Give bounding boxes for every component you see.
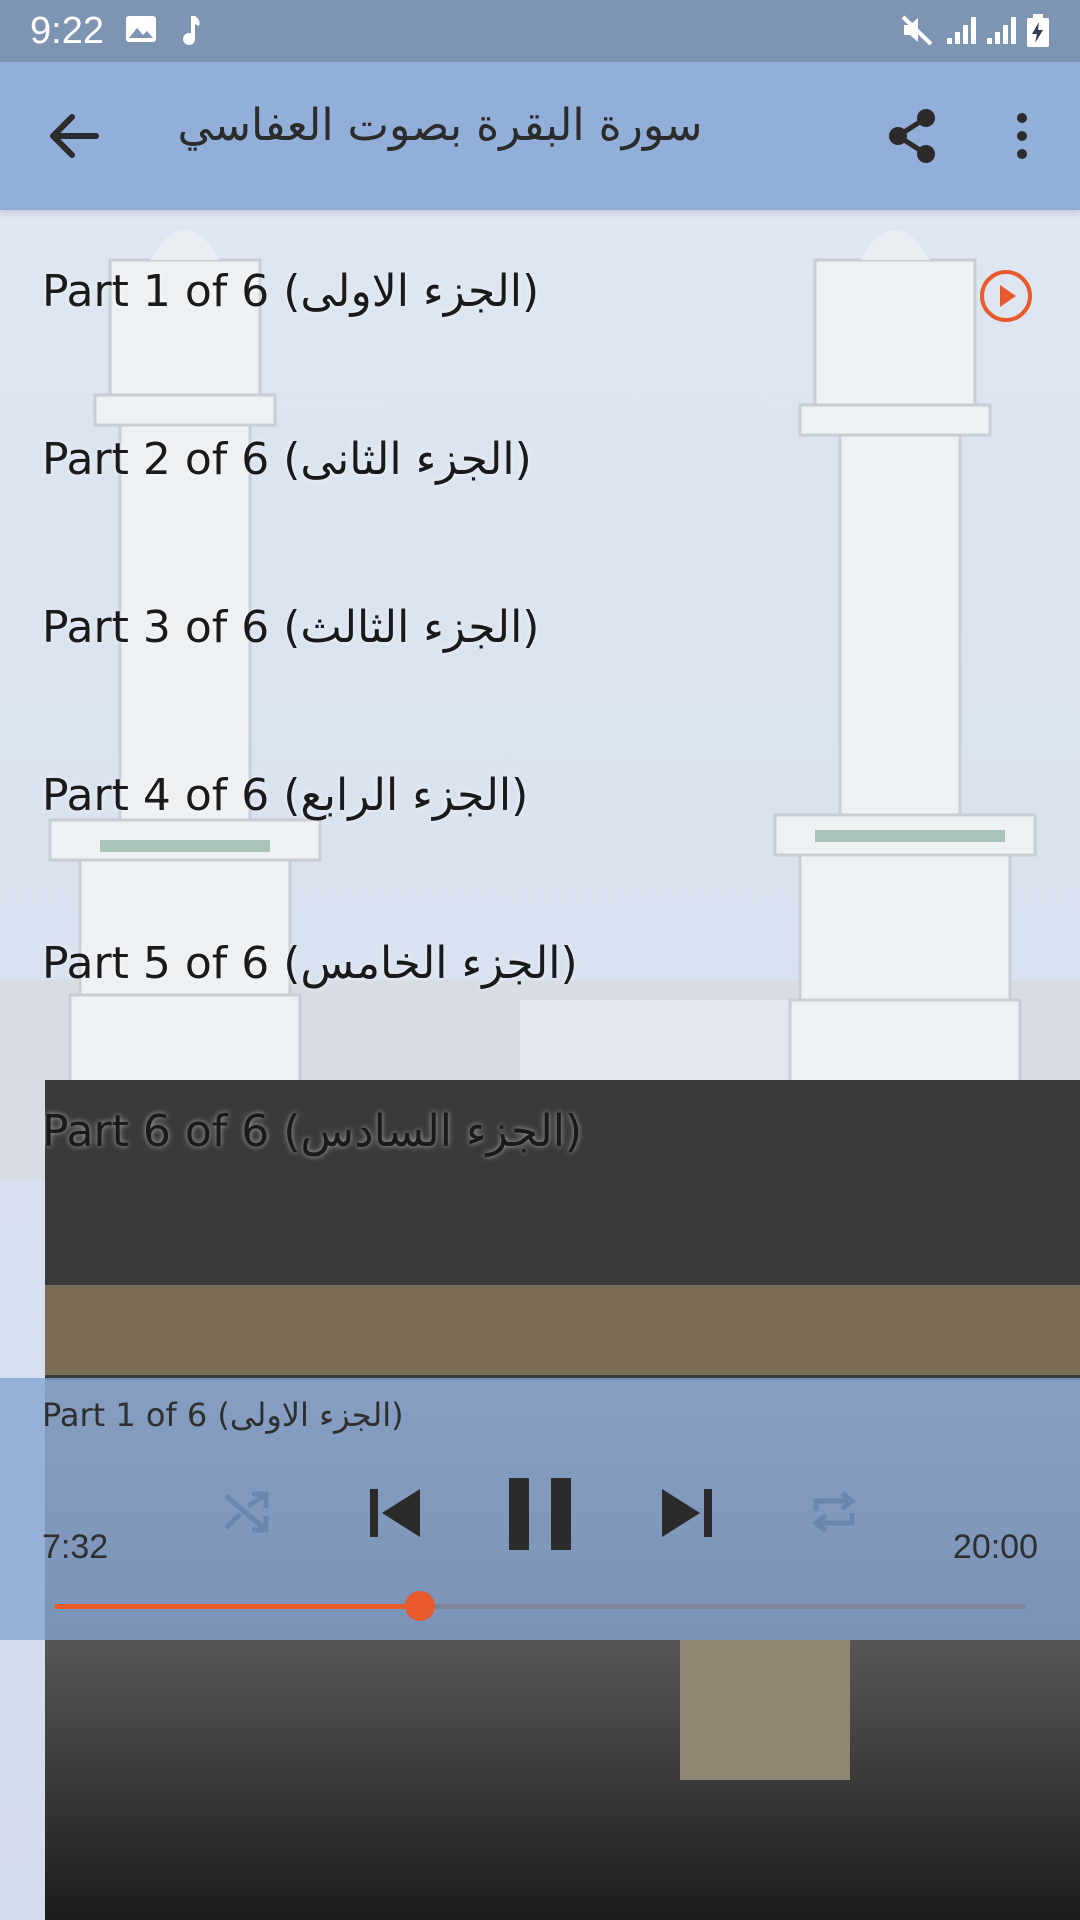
track-item[interactable]: Part 3 of 6 (الجزء الثالث) [0, 546, 1080, 714]
track-label: Part 6 of 6 (الجزء السادس) [42, 1106, 583, 1157]
signal-icon [947, 17, 976, 44]
page-title: سورة البقرة بصوت العفاسي [177, 100, 703, 151]
more-options-button[interactable] [982, 96, 1062, 176]
media-player: Part 1 of 6 (الجزء الاولى) 7:32 20:00 [0, 1378, 1080, 1640]
image-icon [126, 16, 156, 42]
shuffle-button[interactable] [216, 1482, 276, 1542]
next-button[interactable] [652, 1478, 722, 1548]
track-label: Part 1 of 6 (الجزء الاولى) [42, 266, 540, 317]
previous-button[interactable] [360, 1478, 430, 1548]
share-icon [889, 109, 935, 163]
seek-progress [55, 1604, 420, 1609]
pause-button[interactable] [500, 1466, 580, 1562]
shuffle-icon [224, 1491, 269, 1533]
skip-next-icon [662, 1489, 712, 1537]
app-bar: سورة البقرة بصوت العفاسي [0, 62, 1080, 210]
share-button[interactable] [872, 96, 952, 176]
track-item[interactable]: Part 4 of 6 (الجزء الرابع) [0, 714, 1080, 882]
track-label: Part 4 of 6 (الجزء الرابع) [42, 770, 529, 821]
more-vert-icon [1017, 113, 1027, 159]
seek-bar[interactable] [55, 1591, 1025, 1621]
repeat-button[interactable] [804, 1482, 864, 1542]
skip-previous-icon [370, 1489, 420, 1537]
now-playing-title: Part 1 of 6 (الجزء الاولى) [42, 1396, 404, 1434]
signal-icon [987, 17, 1016, 44]
track-label: Part 2 of 6 (الجزء الثانى) [42, 434, 532, 485]
status-time: 9:22 [30, 10, 104, 52]
battery-charging-icon [1027, 14, 1049, 47]
total-time: 20:00 [952, 1528, 1038, 1566]
track-item[interactable]: Part 6 of 6 (الجزء السادس) [0, 1050, 1080, 1218]
track-item[interactable]: Part 5 of 6 (الجزء الخامس) [0, 882, 1080, 1050]
track-label: Part 5 of 6 (الجزء الخامس) [42, 938, 578, 989]
play-circle-icon[interactable] [978, 268, 1034, 324]
status-bar: 9:22 [0, 0, 1080, 62]
track-item[interactable]: Part 1 of 6 (الجزء الاولى) [0, 210, 1080, 378]
pause-icon [509, 1478, 571, 1550]
elapsed-time: 7:32 [42, 1528, 109, 1566]
repeat-icon [811, 1491, 857, 1533]
mute-icon [901, 15, 933, 46]
back-button[interactable] [34, 96, 114, 176]
music-note-icon [183, 16, 200, 45]
track-item[interactable]: Part 2 of 6 (الجزء الثانى) [0, 378, 1080, 546]
track-label: Part 3 of 6 (الجزء الثالث) [42, 602, 540, 653]
arrow-back-icon [50, 114, 99, 158]
track-list: Part 1 of 6 (الجزء الاولى) Part 2 of 6 (… [0, 210, 1080, 1218]
seek-thumb[interactable] [404, 1591, 435, 1621]
